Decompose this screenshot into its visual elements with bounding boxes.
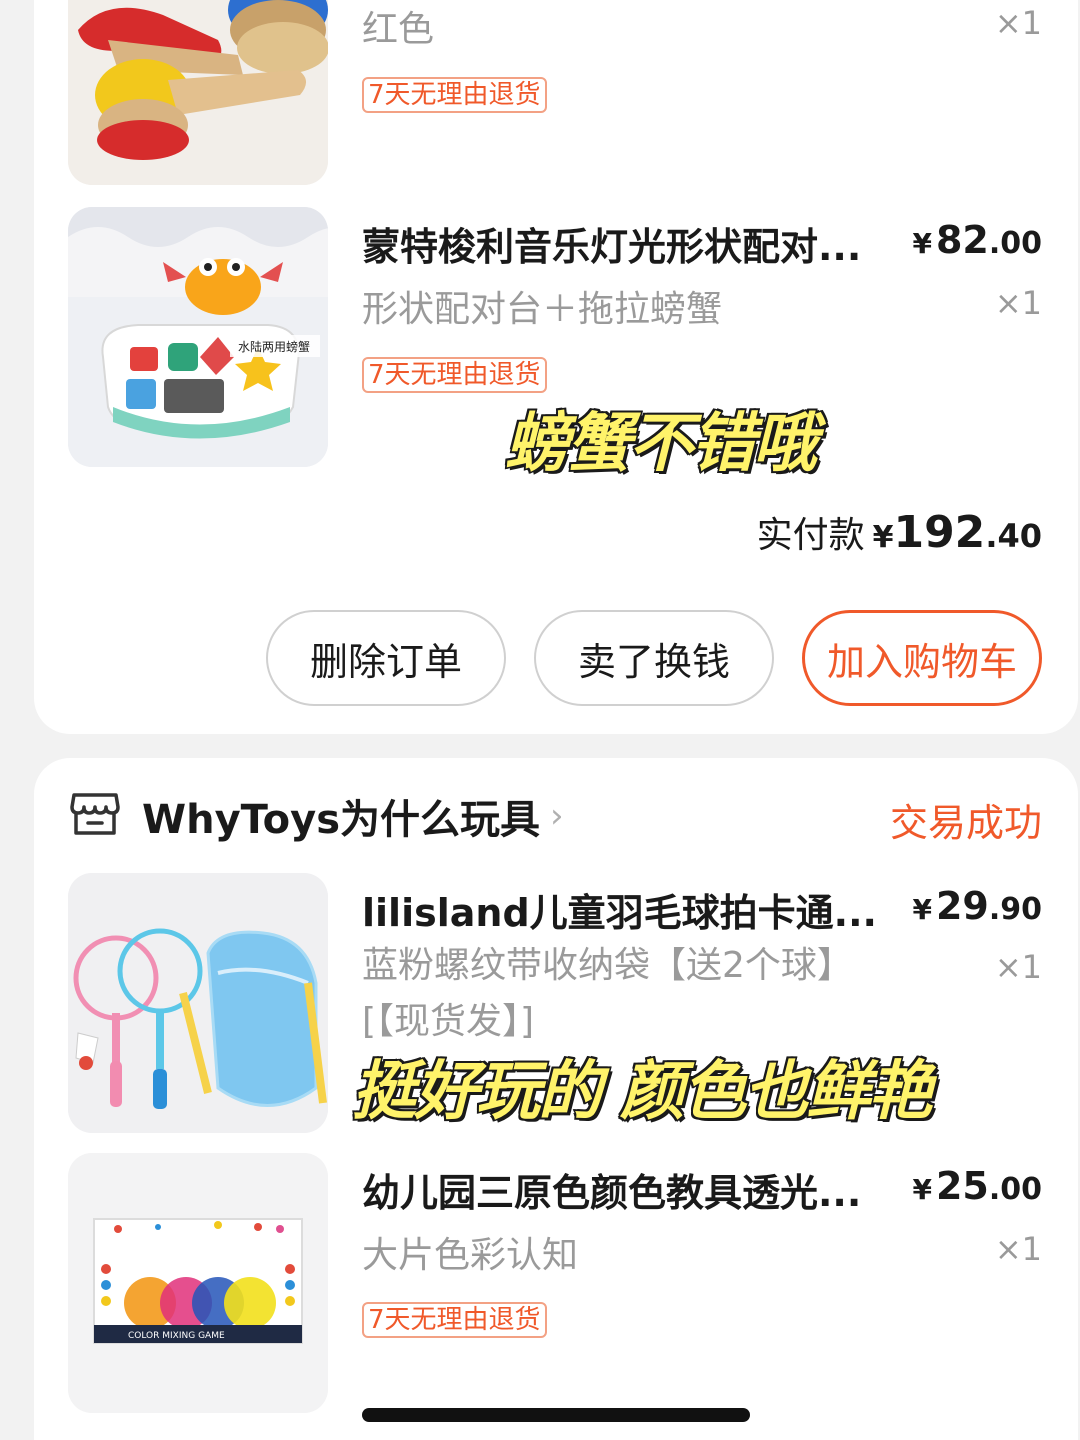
price-decimal: .00 (988, 1172, 1042, 1207)
delete-order-button[interactable]: 删除订单 (266, 610, 506, 706)
castanets-illustration (68, 0, 328, 185)
add-to-cart-button[interactable]: 加入购物车 (802, 610, 1042, 706)
product-title[interactable]: 蒙特梭利音乐灯光形状配对... (362, 216, 902, 271)
product-image-crab-toy[interactable]: 水陆两用螃蟹 (68, 207, 328, 467)
shop-name[interactable]: WhyToys为什么玩具 (142, 787, 540, 845)
image-label: COLOR MIXING GAME (128, 1331, 225, 1341)
item-quantity: ×1 (994, 948, 1042, 986)
total-label: 实付款 (756, 515, 865, 556)
product-image-color-mixing[interactable]: COLOR MIXING GAME (68, 1153, 328, 1413)
product-image-castanets[interactable] (68, 0, 328, 185)
resell-button[interactable]: 卖了换钱 (534, 610, 774, 706)
item-quantity: ×1 (994, 1230, 1042, 1268)
item-variant: 蓝粉螺纹带收纳袋【送2个球】[【现货发】] (362, 945, 853, 1042)
currency-symbol: ¥ (912, 227, 932, 260)
price-decimal: .90 (988, 892, 1042, 927)
total-integer: 192 (893, 507, 986, 558)
price-decimal: .00 (988, 226, 1042, 261)
return-policy-tag: 7天无理由退货 (362, 357, 547, 393)
crab-toy-illustration: 水陆两用螃蟹 (68, 207, 328, 467)
shop-header[interactable]: WhyToys为什么玩具 › (70, 788, 564, 844)
total-decimal: .40 (985, 517, 1042, 555)
chevron-right-icon: › (550, 796, 564, 836)
order-card-1: 红色 ×1 7天无理由退货 水陆两用螃蟹 蒙特梭利音乐灯光形状配对... ¥82… (34, 0, 1078, 734)
product-title[interactable]: lilisland儿童羽毛球拍卡通... (362, 882, 902, 937)
item-quantity: ×1 (994, 284, 1042, 322)
item-quantity: ×1 (994, 4, 1042, 42)
item-variant: 形状配对台＋拖拉螃蟹 (362, 289, 723, 330)
order-total: 实付款 ¥192.40 (757, 506, 1042, 558)
product-price: ¥29.90 (912, 884, 1042, 928)
color-mixing-illustration: COLOR MIXING GAME (68, 1153, 328, 1413)
product-title[interactable]: 幼儿园三原色颜色教具透光... (362, 1162, 902, 1217)
item-variant: 大片色彩认知 (362, 1235, 579, 1276)
price-integer: 25 (935, 1164, 989, 1208)
order-status: 交易成功 (889, 801, 1042, 845)
product-price: ¥25.00 (912, 1164, 1042, 1208)
price-integer: 29 (935, 884, 989, 928)
item-variant: 红色 (362, 9, 435, 50)
return-policy-tag: 7天无理由退货 (362, 1302, 547, 1338)
store-icon (70, 791, 120, 841)
badminton-illustration (68, 873, 328, 1133)
product-image-badminton[interactable] (68, 873, 328, 1133)
caption-overlay-1: 螃蟹不错哦 (504, 406, 819, 483)
product-price: ¥82.00 (912, 218, 1042, 262)
currency-symbol: ¥ (912, 1173, 932, 1206)
price-integer: 82 (935, 218, 989, 262)
return-policy-tag: 7天无理由退货 (362, 77, 547, 113)
currency-symbol: ¥ (872, 520, 894, 555)
currency-symbol: ¥ (912, 893, 932, 926)
image-label: 水陆两用螃蟹 (238, 339, 310, 354)
home-indicator[interactable] (362, 1408, 750, 1422)
caption-overlay-2: 挺好玩的 颜色也鲜艳 (350, 1054, 933, 1131)
